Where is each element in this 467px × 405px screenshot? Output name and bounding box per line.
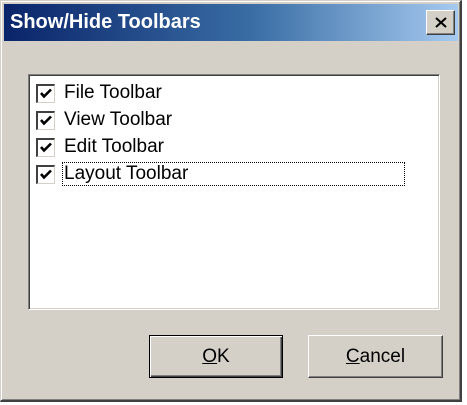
check-icon — [40, 88, 52, 98]
check-icon — [40, 169, 52, 179]
title-bar[interactable]: Show/Hide Toolbars — [4, 4, 458, 41]
edit-toolbar-label: Edit Toolbar — [64, 136, 164, 157]
cancel-label-rest: ancel — [359, 345, 406, 367]
edit-toolbar-checkbox[interactable] — [36, 137, 55, 157]
view-toolbar-label: View Toolbar — [64, 109, 173, 130]
file-toolbar-label: File Toolbar — [64, 82, 162, 103]
view-toolbar-checkbox[interactable] — [36, 110, 55, 130]
ok-button[interactable]: OK — [149, 335, 283, 378]
cancel-mnemonic: C — [345, 345, 360, 367]
show-hide-toolbars-dialog: Show/Hide Toolbars File Toolbar View Too… — [0, 0, 462, 402]
layout-toolbar-checkbox[interactable] — [36, 164, 55, 184]
list-item-layout-toolbar[interactable]: Layout Toolbar — [36, 161, 405, 187]
check-icon — [40, 115, 52, 125]
close-button[interactable] — [426, 10, 455, 35]
list-item-view-toolbar[interactable]: View Toolbar — [36, 107, 176, 133]
cancel-button[interactable]: Cancel — [308, 335, 443, 378]
layout-toolbar-label: Layout Toolbar — [62, 162, 405, 186]
ok-mnemonic: O — [202, 345, 218, 367]
list-item-file-toolbar[interactable]: File Toolbar — [36, 80, 166, 106]
list-item-edit-toolbar[interactable]: Edit Toolbar — [36, 134, 168, 160]
close-icon — [435, 17, 447, 28]
file-toolbar-checkbox[interactable] — [36, 83, 55, 103]
toolbar-list[interactable]: File Toolbar View Toolbar Edit Toolbar L… — [28, 74, 440, 310]
dialog-title: Show/Hide Toolbars — [10, 11, 201, 33]
ok-label-rest: K — [217, 345, 230, 367]
check-icon — [40, 142, 52, 152]
